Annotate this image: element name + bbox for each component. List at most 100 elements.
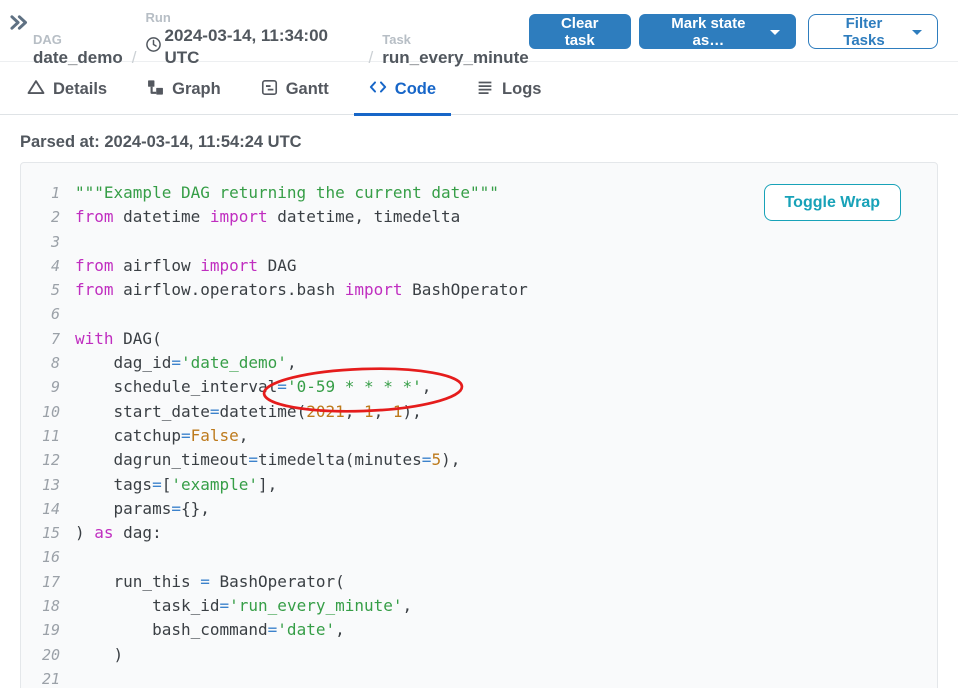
- tab-gantt[interactable]: Gantt: [246, 78, 344, 114]
- code-line: 6: [35, 302, 937, 326]
- dag-label: DAG: [33, 32, 123, 47]
- line-content: dagrun_timeout=timedelta(minutes=5),: [75, 448, 460, 472]
- line-number: 17: [35, 570, 75, 594]
- line-number: 15: [35, 521, 75, 545]
- breadcrumb-dag[interactable]: DAG date_demo: [33, 32, 123, 69]
- code-line: 4from airflow import DAG: [35, 254, 937, 278]
- code-line: 19 bash_command='date',: [35, 618, 937, 642]
- run-label: Run: [145, 10, 359, 25]
- mark-state-as-label: Mark state as…: [655, 15, 762, 49]
- line-number: 20: [35, 643, 75, 667]
- toggle-wrap-button[interactable]: Toggle Wrap: [764, 184, 901, 221]
- line-content: run_this = BashOperator(: [75, 570, 345, 594]
- code-line: 5from airflow.operators.bash import Bash…: [35, 278, 937, 302]
- line-content: params={},: [75, 497, 210, 521]
- tab-code-label: Code: [395, 80, 436, 99]
- line-content: ): [75, 643, 123, 667]
- line-number: 5: [35, 278, 75, 302]
- line-content: start_date=datetime(2021, 1, 1),: [75, 400, 422, 424]
- task-instance-header: DAG date_demo / Run 2024-03-14, 11:34:00…: [0, 0, 958, 62]
- code-line: 13 tags=['example'],: [35, 473, 937, 497]
- tab-code[interactable]: Code: [354, 78, 451, 114]
- code-line: 8 dag_id='date_demo',: [35, 351, 937, 375]
- line-content: bash_command='date',: [75, 618, 345, 642]
- tab-logs[interactable]: Logs: [461, 78, 556, 114]
- gantt-icon: [261, 79, 278, 101]
- clear-task-button[interactable]: Clear task: [529, 14, 631, 49]
- line-number: 12: [35, 448, 75, 472]
- line-number: 14: [35, 497, 75, 521]
- code-line: 17 run_this = BashOperator(: [35, 570, 937, 594]
- line-number: 2: [35, 205, 75, 229]
- tab-gantt-label: Gantt: [286, 80, 329, 99]
- line-number: 10: [35, 400, 75, 424]
- line-content: catchup=False,: [75, 424, 248, 448]
- parsed-at-text: Parsed at: 2024-03-14, 11:54:24 UTC: [20, 133, 938, 152]
- clear-task-label: Clear task: [545, 15, 615, 49]
- code-line: 15) as dag:: [35, 521, 937, 545]
- tab-logs-label: Logs: [502, 80, 541, 99]
- mark-state-as-button[interactable]: Mark state as…: [639, 14, 796, 49]
- line-content: """Example DAG returning the current dat…: [75, 181, 499, 205]
- line-number: 4: [35, 254, 75, 278]
- breadcrumb-separator: /: [132, 47, 137, 69]
- code-lines: 1"""Example DAG returning the current da…: [35, 181, 937, 688]
- line-content: task_id='run_every_minute',: [75, 594, 412, 618]
- line-number: 9: [35, 375, 75, 399]
- caret-down-icon: [912, 30, 922, 35]
- line-number: 11: [35, 424, 75, 448]
- line-content: dag_id='date_demo',: [75, 351, 297, 375]
- line-content: schedule_interval='0-59 * * * *',: [75, 375, 431, 399]
- code-line: 21: [35, 667, 937, 688]
- line-number: 16: [35, 545, 75, 569]
- code-line: 18 task_id='run_every_minute',: [35, 594, 937, 618]
- graph-icon: [147, 79, 164, 101]
- run-timestamp-text: 2024-03-14, 11:34:00 UTC: [164, 25, 359, 69]
- filter-tasks-label: Filter Tasks: [824, 15, 904, 49]
- line-number: 6: [35, 302, 75, 326]
- tab-details[interactable]: Details: [12, 78, 122, 114]
- breadcrumb-run[interactable]: Run 2024-03-14, 11:34:00 UTC: [145, 10, 359, 69]
- line-content: with DAG(: [75, 327, 162, 351]
- triangle-icon: [27, 78, 45, 101]
- filter-tasks-button[interactable]: Filter Tasks: [808, 14, 938, 49]
- chevrons-right-icon[interactable]: [8, 12, 29, 38]
- line-number: 18: [35, 594, 75, 618]
- breadcrumb-task[interactable]: Task run_every_minute: [382, 32, 528, 69]
- breadcrumb-separator: /: [369, 47, 374, 69]
- line-number: 3: [35, 230, 75, 254]
- code-line: 12 dagrun_timeout=timedelta(minutes=5),: [35, 448, 937, 472]
- code-line: 20 ): [35, 643, 937, 667]
- line-number: 13: [35, 473, 75, 497]
- code-line: 16: [35, 545, 937, 569]
- code-line: 7with DAG(: [35, 327, 937, 351]
- clock-icon: [145, 36, 162, 59]
- line-content: from airflow.operators.bash import BashO…: [75, 278, 528, 302]
- line-number: 1: [35, 181, 75, 205]
- line-content: ) as dag:: [75, 521, 162, 545]
- line-number: 19: [35, 618, 75, 642]
- code-icon: [369, 79, 387, 100]
- dag-name[interactable]: date_demo: [33, 47, 123, 69]
- line-content: tags=['example'],: [75, 473, 277, 497]
- tab-graph-label: Graph: [172, 80, 221, 99]
- code-line: 9 schedule_interval='0-59 * * * *',: [35, 375, 937, 399]
- caret-down-icon: [770, 30, 780, 35]
- line-content: from airflow import DAG: [75, 254, 297, 278]
- line-content: from datetime import datetime, timedelta: [75, 205, 460, 229]
- run-timestamp[interactable]: 2024-03-14, 11:34:00 UTC: [145, 25, 359, 69]
- task-label: Task: [382, 32, 528, 47]
- tab-bar: Details Graph Gantt Code Logs: [0, 62, 958, 115]
- header-actions: Clear task Mark state as… Filter Tasks: [529, 14, 938, 49]
- line-number: 21: [35, 667, 75, 688]
- code-line: 14 params={},: [35, 497, 937, 521]
- logs-icon: [476, 79, 494, 101]
- code-line: 10 start_date=datetime(2021, 1, 1),: [35, 400, 937, 424]
- breadcrumb: DAG date_demo / Run 2024-03-14, 11:34:00…: [33, 10, 529, 69]
- tab-details-label: Details: [53, 80, 107, 99]
- dag-code-panel: 1"""Example DAG returning the current da…: [20, 162, 938, 688]
- task-name[interactable]: run_every_minute: [382, 47, 528, 69]
- code-line: 11 catchup=False,: [35, 424, 937, 448]
- tab-graph[interactable]: Graph: [132, 78, 236, 114]
- code-line: 3: [35, 230, 937, 254]
